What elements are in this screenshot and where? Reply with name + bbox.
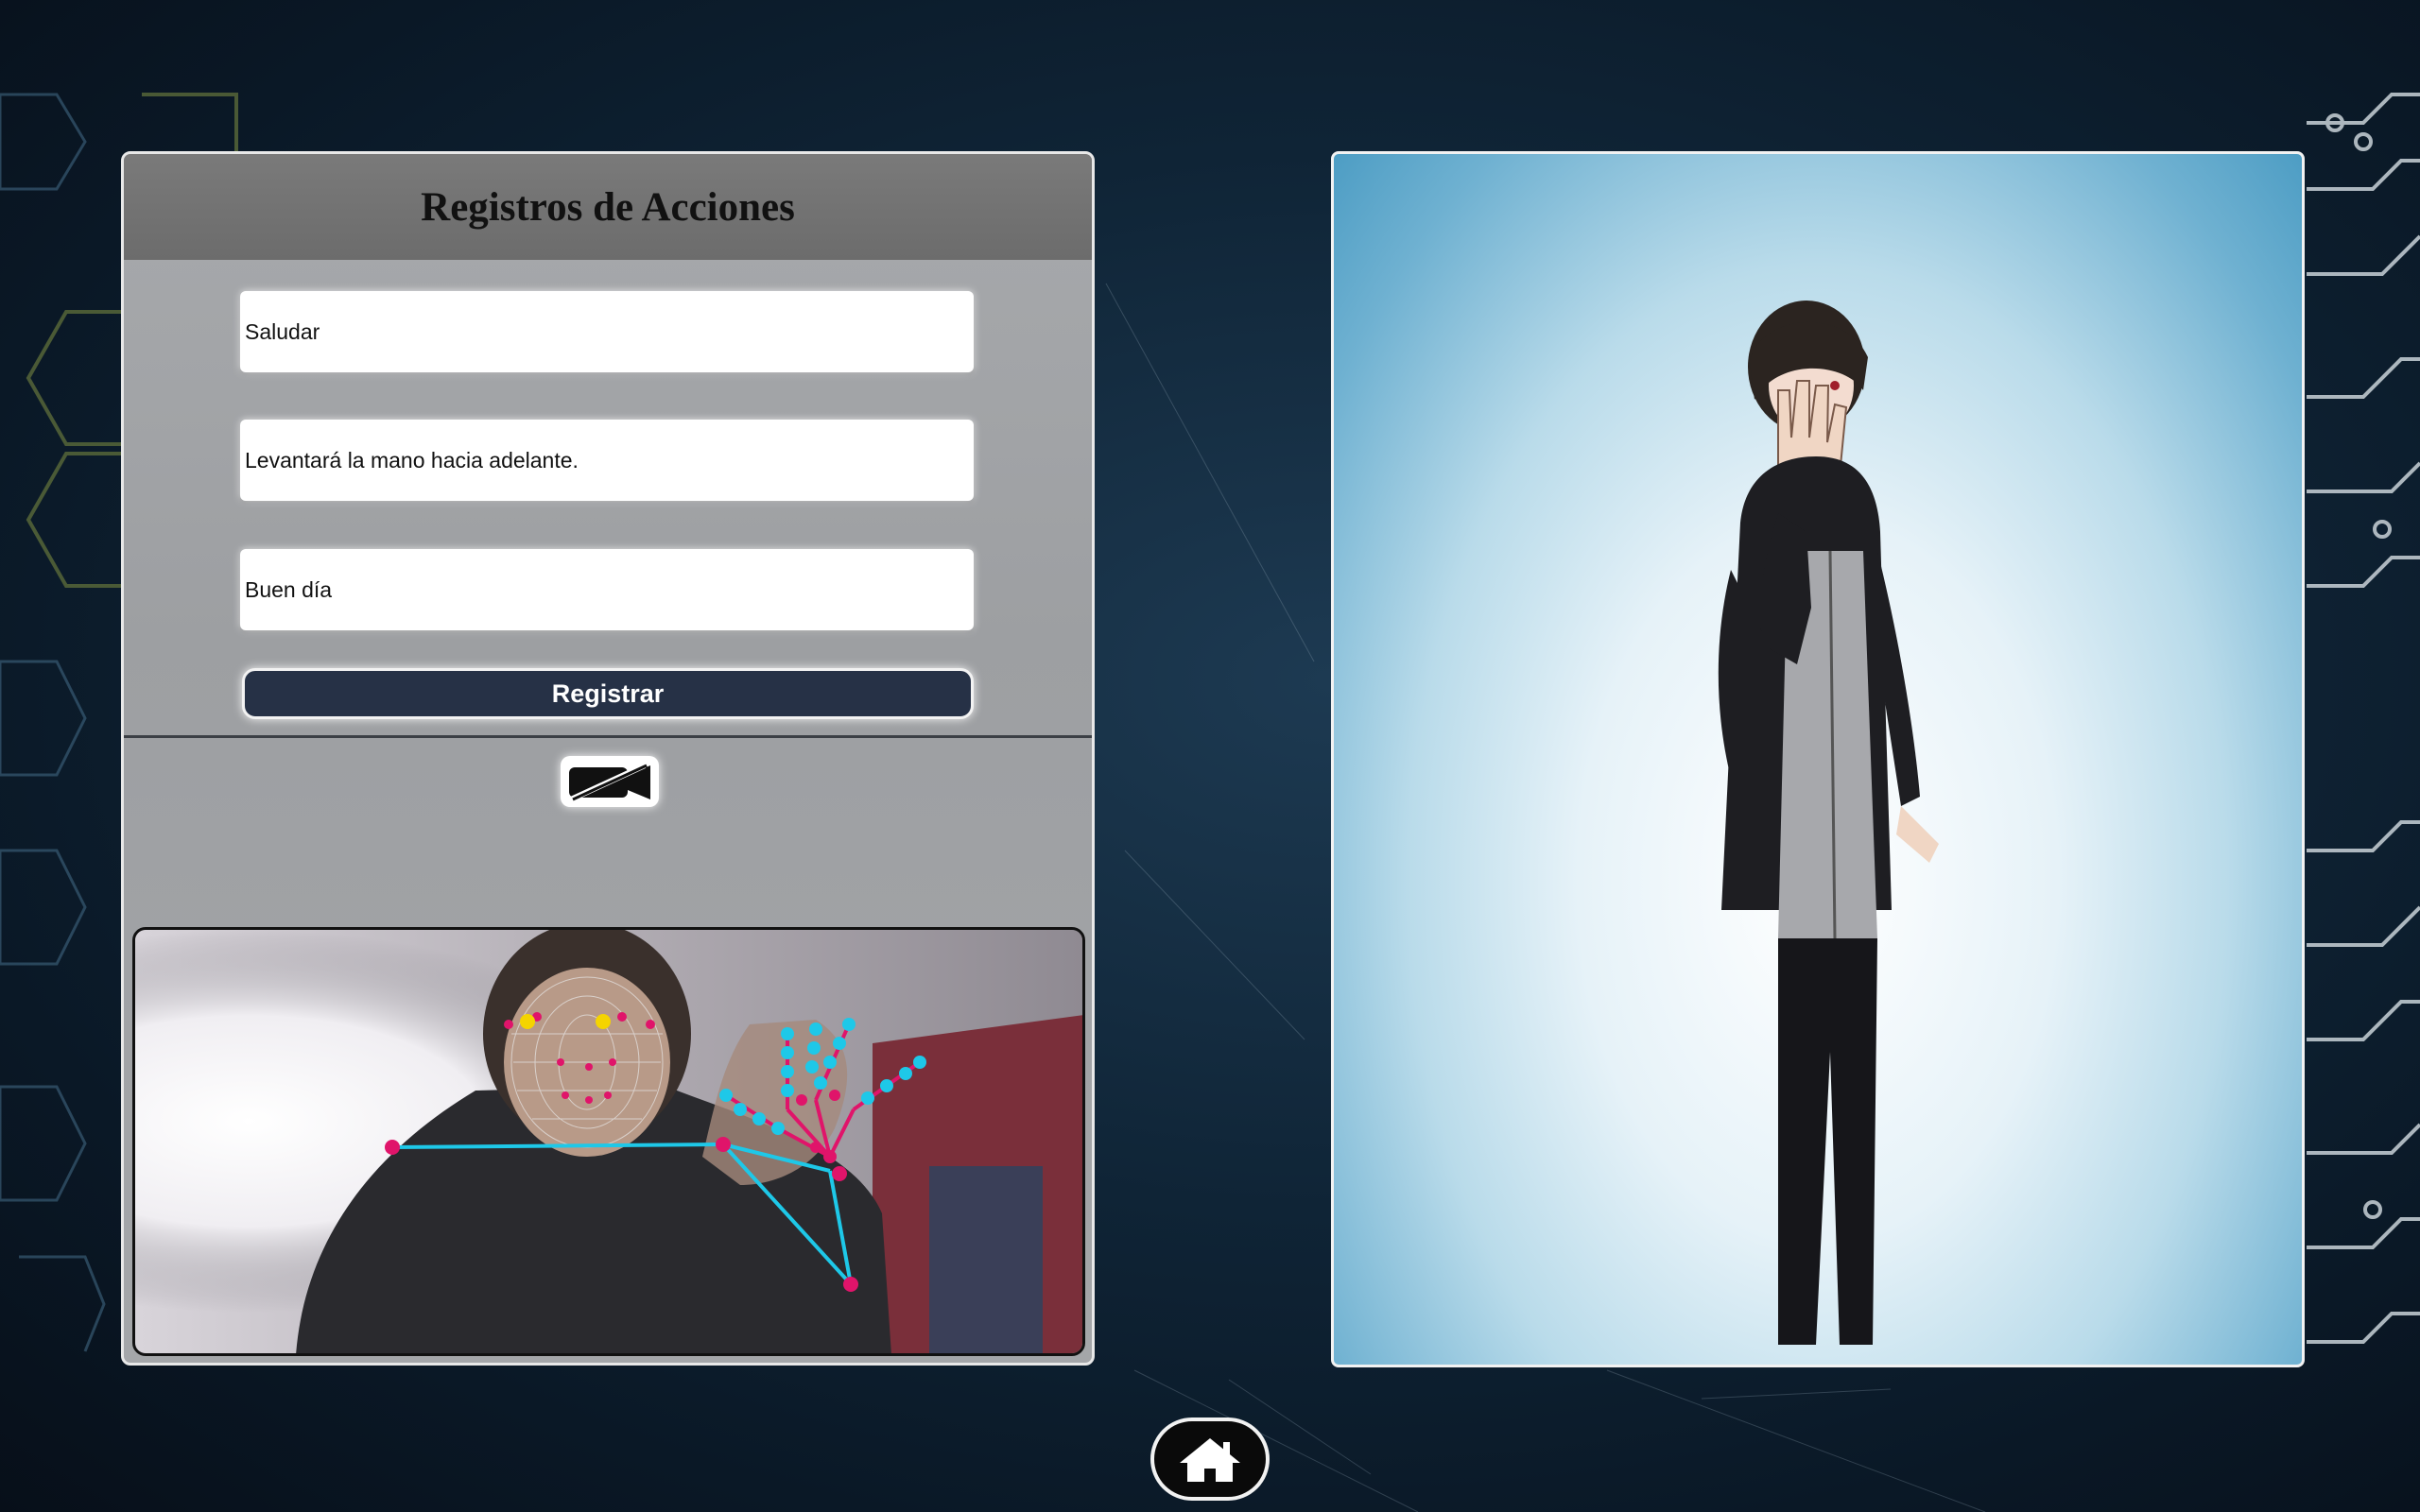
action-description-value: Levantará la mano hacia adelante. — [245, 447, 579, 472]
camera-toggle-button[interactable] — [561, 756, 659, 807]
phrase-field[interactable]: Buen día — [240, 549, 974, 630]
panel-divider — [124, 735, 1092, 738]
pose-tracking-overlay — [135, 930, 1082, 1353]
home-icon — [1180, 1438, 1240, 1482]
webcam-feed — [132, 927, 1085, 1356]
avatar-viewport — [1331, 151, 2305, 1367]
action-description-field[interactable]: Levantará la mano hacia adelante. — [240, 420, 974, 501]
panel-header: Registros de Acciones — [124, 154, 1092, 260]
action-name-field[interactable]: Saludar — [240, 291, 974, 372]
action-name-value: Saludar — [245, 318, 320, 344]
home-button[interactable] — [1150, 1418, 1270, 1501]
avatar-3d-model — [1718, 301, 1939, 1345]
camera-off-icon — [569, 763, 650, 801]
phrase-value: Buen día — [245, 576, 333, 602]
register-button[interactable]: Registrar — [242, 668, 974, 719]
panel-title: Registros de Acciones — [421, 184, 795, 230]
action-register-panel: Registros de Acciones Saludar Levantará … — [121, 151, 1095, 1366]
